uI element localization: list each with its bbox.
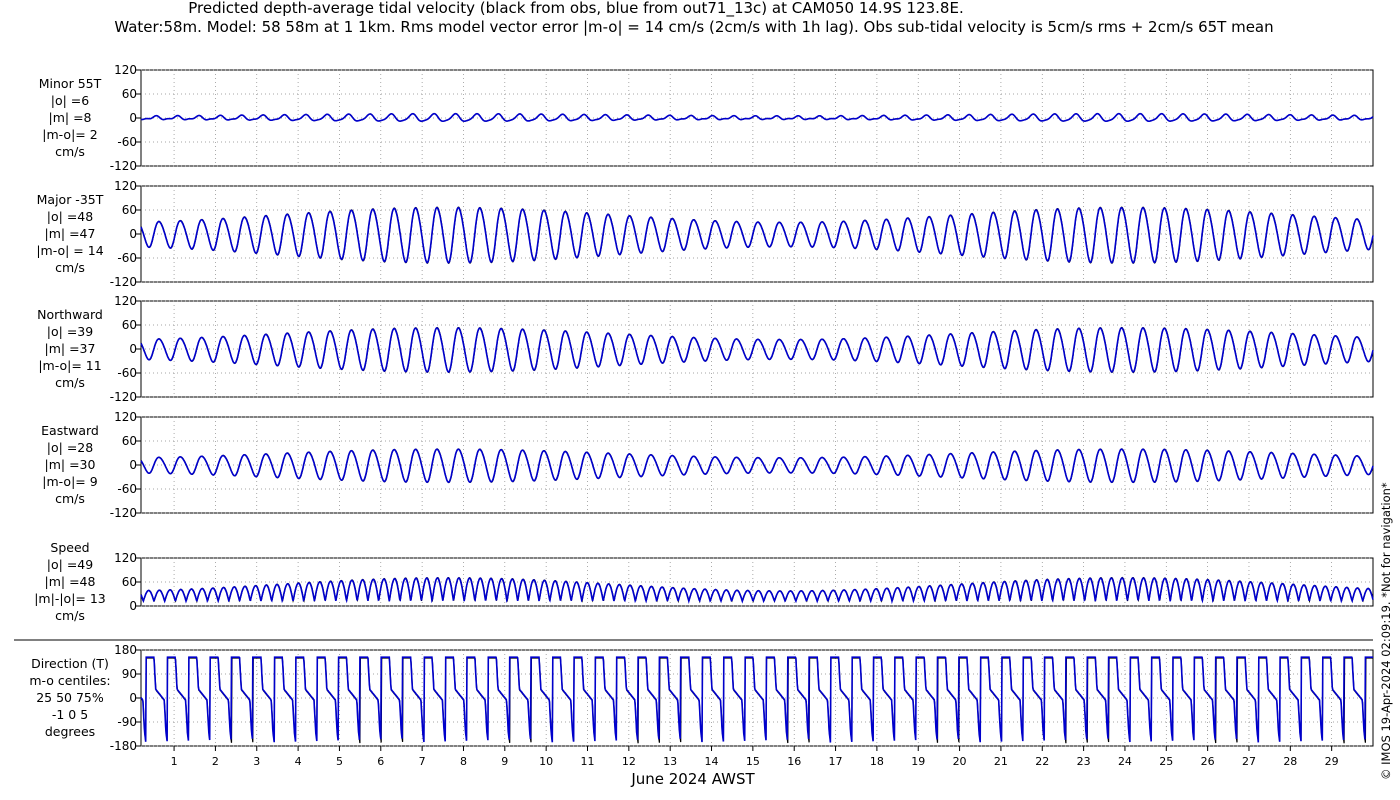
panel-label-line: |o| =48 <box>47 209 93 224</box>
x-tick-label: 10 <box>539 755 553 768</box>
x-tick-label: 9 <box>501 755 508 768</box>
y-tick-label: 60 <box>122 318 137 332</box>
y-tick-label: -180 <box>110 739 137 753</box>
panel-label-line: Speed <box>50 540 89 555</box>
y-tick-label: 0 <box>129 342 137 356</box>
x-tick-label: 2 <box>212 755 219 768</box>
panel-north: 120 60 0 -60 -120 Northward |o| =39 |m| =37 |m-o… <box>37 294 1374 404</box>
x-tick-label: 11 <box>580 755 594 768</box>
y-tick-label: 60 <box>122 203 137 217</box>
panel-major: 120 60 0 -60 -120 Major -35T |o| =48 |m| =47 |m-… <box>36 179 1374 289</box>
x-tick-label: 29 <box>1325 755 1339 768</box>
panel-label-line: |m-o|= 11 <box>38 358 101 373</box>
x-tick-label: 6 <box>377 755 384 768</box>
panel-label-line: cm/s <box>55 608 85 623</box>
panel-direction: 180 90 0 -90 -180 Direction (T) m-o centiles: 2… <box>29 643 1374 753</box>
x-tick-label: 7 <box>419 755 426 768</box>
y-tick-label: 120 <box>114 410 137 424</box>
panel-label-line: m-o centiles: <box>29 673 110 688</box>
panel-label-line: Minor 55T <box>39 76 102 91</box>
y-tick-label: 0 <box>129 691 137 705</box>
panel-label-line: |m-o|= 2 <box>42 127 97 142</box>
tidal-velocity-chart: Predicted depth-average tidal velocity (… <box>14 0 1393 788</box>
panel-east: 120 60 0 -60 -120 Eastward |o| =28 |m| =30 |m-o|… <box>41 410 1374 520</box>
panel-speed: 120 60 0 Speed |o| =49 |m| =48 |m|-|o|= 13 cm/s <box>34 540 1374 623</box>
x-tick-label: 5 <box>336 755 343 768</box>
x-tick-label: 1 <box>171 755 178 768</box>
x-tick-label: 16 <box>787 755 801 768</box>
y-tick-label: 0 <box>129 458 137 472</box>
x-tick-label: 20 <box>953 755 967 768</box>
chart-title-line1: Predicted depth-average tidal velocity (… <box>188 0 963 18</box>
x-tick-label: 15 <box>746 755 760 768</box>
panel-label-line: cm/s <box>55 260 85 275</box>
y-tick-label: 0 <box>129 227 137 241</box>
panel-label-line: |m| =47 <box>45 226 96 241</box>
panel-label-line: degrees <box>45 724 95 739</box>
x-tick-label: 21 <box>994 755 1008 768</box>
x-tick-label: 23 <box>1077 755 1091 768</box>
copyright-note: © IMOS 19-Apr-2024 02:09:19. *Not for na… <box>1379 482 1393 780</box>
y-tick-label: 60 <box>122 434 137 448</box>
x-tick-label: 8 <box>460 755 467 768</box>
panel-label-line: |m-o| = 14 <box>36 243 103 258</box>
x-tick-label: 18 <box>870 755 884 768</box>
x-tick-label: 13 <box>663 755 677 768</box>
y-tick-label: -60 <box>117 482 137 496</box>
panel-label-line: cm/s <box>55 144 85 159</box>
panel-label-line: |o| =28 <box>47 440 93 455</box>
panel-label-line: Eastward <box>41 423 99 438</box>
plot-layer: 120600-60-120Minor 55T|o| =6|m| =8|m-o|=… <box>14 63 1374 768</box>
panel-label-line: Northward <box>37 307 103 322</box>
y-tick-label: -60 <box>117 135 137 149</box>
panel-label-line: |o| =39 <box>47 324 93 339</box>
y-tick-label: 90 <box>122 667 137 681</box>
panel-label-line: |m| =48 <box>45 574 96 589</box>
panel-label-line: |m| =37 <box>45 341 96 356</box>
x-tick-label: 27 <box>1242 755 1256 768</box>
x-tick-label: 3 <box>253 755 260 768</box>
x-tick-label: 22 <box>1035 755 1049 768</box>
panel-label-line: |m| =30 <box>45 457 96 472</box>
y-tick-label: -120 <box>110 506 137 520</box>
y-tick-label: 60 <box>122 87 137 101</box>
x-tick-label: 19 <box>911 755 925 768</box>
chart-title-line2: Water:58m. Model: 58 58m at 1 1km. Rms m… <box>114 18 1273 36</box>
x-tick-label: 14 <box>705 755 719 768</box>
x-tick-label: 26 <box>1201 755 1215 768</box>
y-tick-label: -60 <box>117 251 137 265</box>
y-tick-label: 0 <box>129 111 137 125</box>
panel-label-line: Major -35T <box>37 192 104 207</box>
y-tick-label: 60 <box>122 575 137 589</box>
panel-label-line: cm/s <box>55 375 85 390</box>
panel-label-line: |m| =8 <box>49 110 92 125</box>
y-tick-label: -60 <box>117 366 137 380</box>
panel-label-line: |m-o|= 9 <box>42 474 97 489</box>
y-tick-label: 180 <box>114 643 137 657</box>
y-tick-label: 120 <box>114 294 137 308</box>
x-tick-label: 24 <box>1118 755 1132 768</box>
y-tick-label: 120 <box>114 551 137 565</box>
panel-label-line: cm/s <box>55 491 85 506</box>
x-tick-label: 28 <box>1283 755 1297 768</box>
y-tick-label: 0 <box>129 599 137 613</box>
y-tick-label: -120 <box>110 390 137 404</box>
panel-label-line: |m|-|o|= 13 <box>34 591 106 606</box>
y-tick-label: -120 <box>110 275 137 289</box>
x-tick-label: 12 <box>622 755 636 768</box>
panel-label-line: -1 0 5 <box>52 707 88 722</box>
x-tick-label: 17 <box>829 755 843 768</box>
x-axis-label: June 2024 AWST <box>630 770 755 788</box>
y-tick-label: 120 <box>114 179 137 193</box>
panel-label-line: |o| =49 <box>47 557 93 572</box>
x-tick-label: 25 <box>1159 755 1173 768</box>
panel-label-line: Direction (T) <box>31 656 109 671</box>
y-tick-label: -120 <box>110 159 137 173</box>
y-tick-label: 120 <box>114 63 137 77</box>
panel-label-line: 25 50 75% <box>36 690 104 705</box>
y-tick-label: -90 <box>117 715 137 729</box>
x-tick-label: 4 <box>295 755 302 768</box>
panel-label-line: |o| =6 <box>51 93 90 108</box>
panel-minor: 120 60 0 -60 -120 Minor 55T |o| =6 |m| =8 |m-o|=… <box>39 63 1374 173</box>
